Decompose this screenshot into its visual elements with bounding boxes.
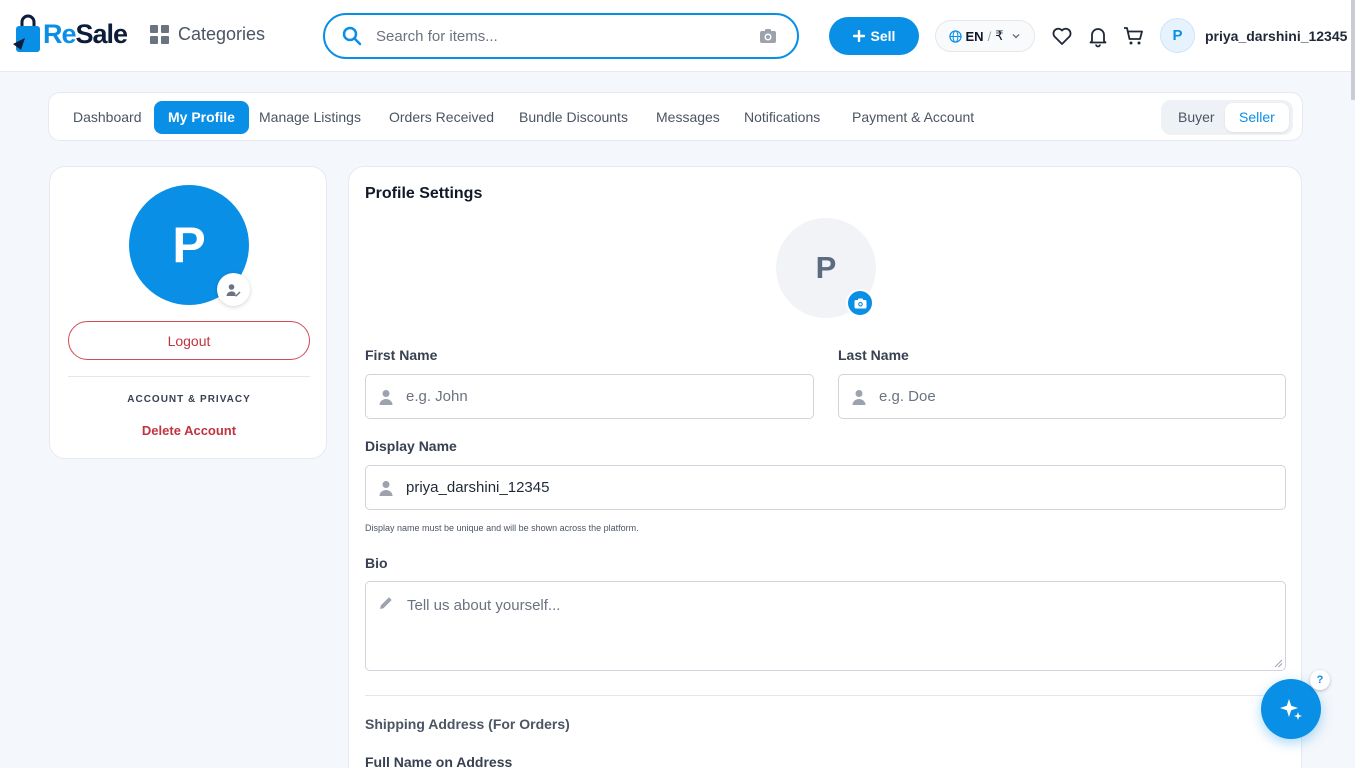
- tab-bundle-discounts[interactable]: Bundle Discounts: [505, 101, 642, 134]
- role-seller[interactable]: Seller: [1225, 103, 1289, 132]
- account-privacy-label: ACCOUNT & PRIVACY: [127, 394, 251, 405]
- user-icon: [852, 389, 866, 405]
- logout-button[interactable]: Logout: [68, 321, 310, 360]
- display-name-field: [365, 465, 1286, 510]
- edit-profile-button[interactable]: [217, 273, 250, 306]
- language-value: EN: [965, 28, 984, 44]
- search-icon: [342, 26, 362, 46]
- language-currency-selector[interactable]: EN / ₹: [935, 20, 1035, 52]
- profile-settings-card: Profile Settings P First Name Last Name …: [348, 166, 1302, 768]
- pencil-icon: [380, 597, 392, 609]
- currency-value: ₹: [995, 28, 1004, 43]
- cart-icon[interactable]: [1122, 24, 1146, 48]
- role-toggle: Buyer Seller: [1161, 100, 1293, 135]
- plus-icon: [852, 30, 865, 42]
- search-input[interactable]: [376, 27, 746, 45]
- delete-account-link[interactable]: Delete Account: [50, 423, 328, 438]
- help-badge[interactable]: ?: [1310, 670, 1330, 690]
- categories-label: Categories: [178, 24, 266, 44]
- upload-photo-button[interactable]: [846, 289, 874, 317]
- ai-assistant-button[interactable]: [1261, 679, 1321, 739]
- logo-text: ReSale: [43, 18, 128, 49]
- last-name-input[interactable]: [879, 388, 1236, 405]
- shopping-bag-logo-icon: [13, 14, 40, 52]
- first-name-label: First Name: [365, 347, 438, 363]
- tab-payment-account[interactable]: Payment & Account: [838, 101, 988, 134]
- sell-label: Sell: [870, 28, 896, 44]
- tab-manage-listings[interactable]: Manage Listings: [245, 101, 375, 134]
- chevron-down-icon: [1012, 34, 1020, 39]
- tab-notifications[interactable]: Notifications: [730, 101, 834, 134]
- bio-label: Bio: [365, 555, 388, 571]
- tab-messages[interactable]: Messages: [642, 101, 734, 134]
- tab-orders-received[interactable]: Orders Received: [375, 101, 508, 134]
- display-name-input[interactable]: [406, 479, 1142, 496]
- grid-icon: [150, 24, 169, 44]
- profile-tabs: Dashboard My Profile Manage Listings Ord…: [48, 92, 1303, 141]
- page-scrollbar[interactable]: [1351, 0, 1355, 100]
- shipping-address-title: Shipping Address (For Orders): [365, 716, 570, 732]
- page-title: Profile Settings: [365, 185, 483, 202]
- camera-icon[interactable]: [759, 28, 777, 44]
- tab-my-profile[interactable]: My Profile: [154, 101, 249, 134]
- user-edit-icon: [226, 283, 241, 296]
- full-name-address-label: Full Name on Address: [365, 754, 513, 768]
- avatar: P: [1160, 18, 1195, 53]
- resize-grip-icon[interactable]: [1273, 658, 1283, 668]
- last-name-label: Last Name: [838, 347, 909, 363]
- user-icon: [379, 389, 393, 405]
- sell-button[interactable]: Sell: [829, 17, 919, 55]
- categories-button[interactable]: Categories: [150, 24, 265, 45]
- last-name-field: [838, 374, 1286, 419]
- section-divider: [365, 695, 1286, 696]
- role-buyer[interactable]: Buyer: [1164, 103, 1229, 132]
- user-icon: [379, 480, 393, 496]
- username: priya_darshini_12345: [1205, 27, 1348, 44]
- logo[interactable]: ReSale: [11, 14, 128, 54]
- tab-dashboard[interactable]: Dashboard: [59, 101, 156, 134]
- camera-icon: [854, 298, 866, 308]
- display-name-label: Display Name: [365, 438, 457, 454]
- globe-icon: [948, 29, 962, 43]
- bio-textarea[interactable]: Tell us about yourself...: [365, 581, 1286, 671]
- display-name-hint: Display name must be unique and will be …: [365, 523, 639, 533]
- sparkle-icon: [1280, 699, 1302, 720]
- first-name-input[interactable]: [406, 388, 764, 405]
- bio-placeholder: Tell us about yourself...: [407, 597, 561, 614]
- user-menu[interactable]: P priya_darshini_12345: [1160, 18, 1347, 53]
- lang-separator: /: [987, 28, 992, 44]
- heart-icon[interactable]: [1050, 24, 1074, 48]
- search-bar: [323, 13, 799, 59]
- account-card: P Logout ACCOUNT & PRIVACY Delete Accoun…: [49, 166, 327, 459]
- top-header: ReSale Categories Sell: [0, 0, 1355, 100]
- first-name-field: [365, 374, 814, 419]
- divider: [68, 376, 310, 377]
- bell-icon[interactable]: [1086, 24, 1110, 48]
